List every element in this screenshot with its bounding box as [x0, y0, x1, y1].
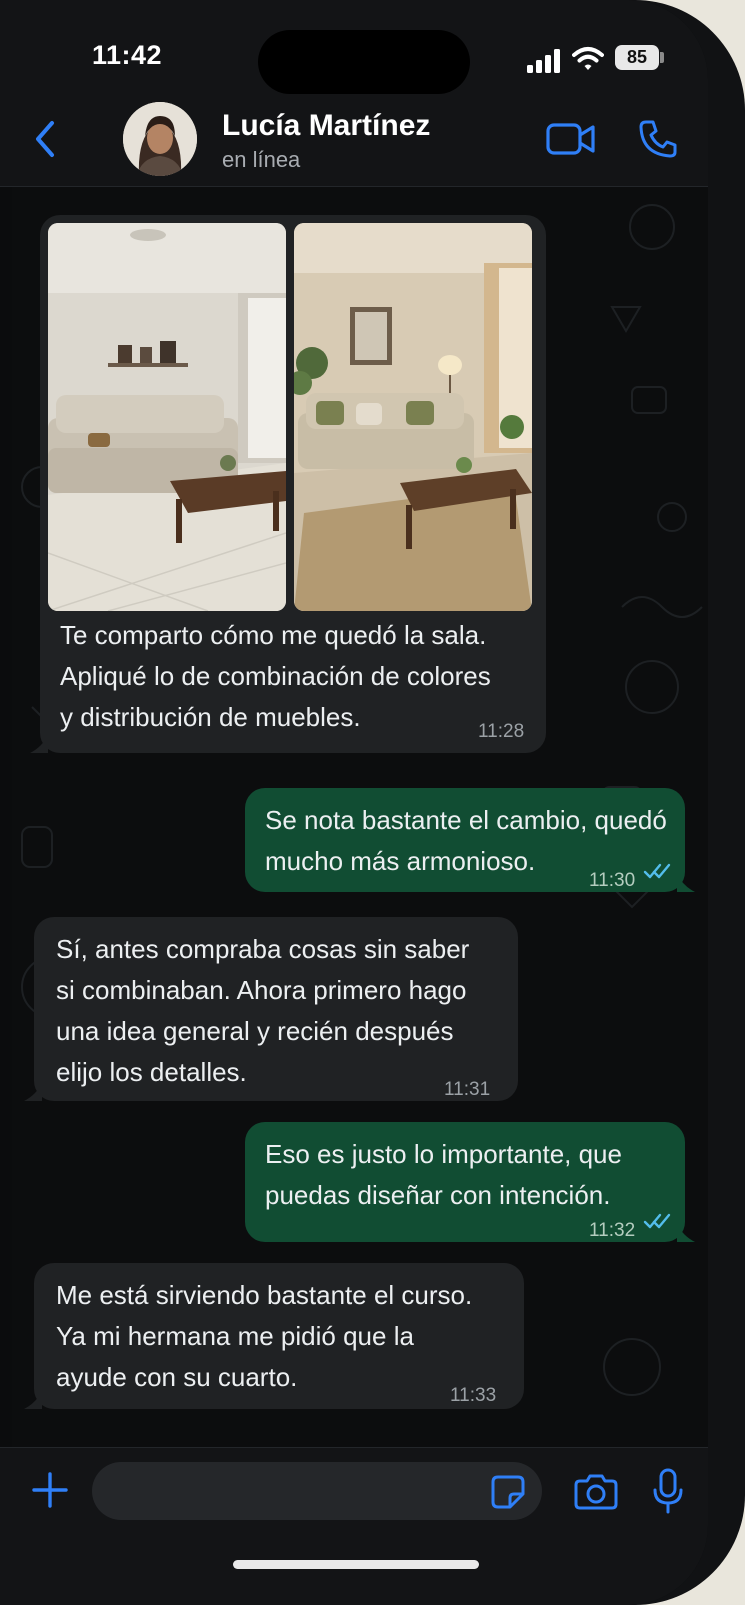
sticker-icon[interactable]: [490, 1474, 526, 1510]
message-composer: [0, 1447, 708, 1605]
bubble-tail: [677, 1224, 695, 1242]
message-time: 11:28: [478, 721, 525, 742]
status-bar: 11:42 85: [0, 0, 708, 95]
chat-screen: 11:42 85 Lucía Martínez en línea Te comp…: [0, 0, 708, 1605]
message-bubble-incoming[interactable]: Me está sirviendo bastante el curso. Ya …: [24, 1263, 524, 1409]
read-receipt-icon: [643, 863, 671, 879]
living-room-before-photo[interactable]: [48, 223, 286, 611]
contact-status: en línea: [222, 147, 301, 172]
microphone-icon[interactable]: [652, 1468, 684, 1514]
bubble-tail: [24, 1083, 42, 1101]
plus-icon[interactable]: [30, 1470, 70, 1510]
message-bubble-outgoing[interactable]: Eso es justo lo importante, que puedas d…: [245, 1122, 695, 1242]
phone-call-icon[interactable]: [638, 119, 678, 159]
dynamic-island: [258, 30, 470, 94]
message-bubble-incoming[interactable]: Sí, antes compraba cosas sin saber si co…: [24, 917, 518, 1101]
message-list[interactable]: Te comparto cómo me quedó la sala. Apliq…: [12, 187, 708, 1447]
message-bubble-incoming[interactable]: Te comparto cómo me quedó la sala. Apliq…: [30, 215, 546, 753]
battery-icon: 85: [615, 45, 659, 70]
battery-tip: [660, 52, 664, 63]
status-time: 11:42: [92, 40, 163, 70]
bubble-tail: [677, 874, 695, 892]
message-text: Te comparto cómo me quedó la sala. Apliq…: [60, 620, 491, 732]
bubble-tail: [24, 1391, 42, 1409]
message-time: 11:30: [589, 870, 636, 891]
phone-frame: 11:42 85 Lucía Martínez en línea Te comp…: [0, 0, 745, 1605]
message-time: 11:33: [450, 1385, 497, 1406]
video-call-icon[interactable]: [546, 121, 596, 157]
message-text: Eso es justo lo importante, que puedas d…: [265, 1139, 622, 1210]
message-input[interactable]: [92, 1462, 542, 1520]
bubble-tail: [30, 735, 48, 753]
wifi-icon: [572, 47, 604, 70]
signal-icon: [527, 49, 560, 73]
message-bubble-outgoing[interactable]: Se nota bastante el cambio, quedó mucho …: [245, 788, 695, 892]
camera-icon[interactable]: [574, 1472, 618, 1510]
back-icon[interactable]: [30, 119, 60, 159]
read-receipt-icon: [643, 1213, 671, 1229]
message-time: 11:32: [589, 1220, 636, 1241]
home-indicator[interactable]: [233, 1560, 479, 1569]
chat-header: Lucía Martínez en línea: [0, 95, 708, 187]
contact-name[interactable]: Lucía Martínez: [222, 109, 430, 143]
message-time: 11:31: [444, 1079, 491, 1100]
living-room-after-photo[interactable]: [294, 223, 532, 611]
avatar[interactable]: [123, 102, 197, 176]
